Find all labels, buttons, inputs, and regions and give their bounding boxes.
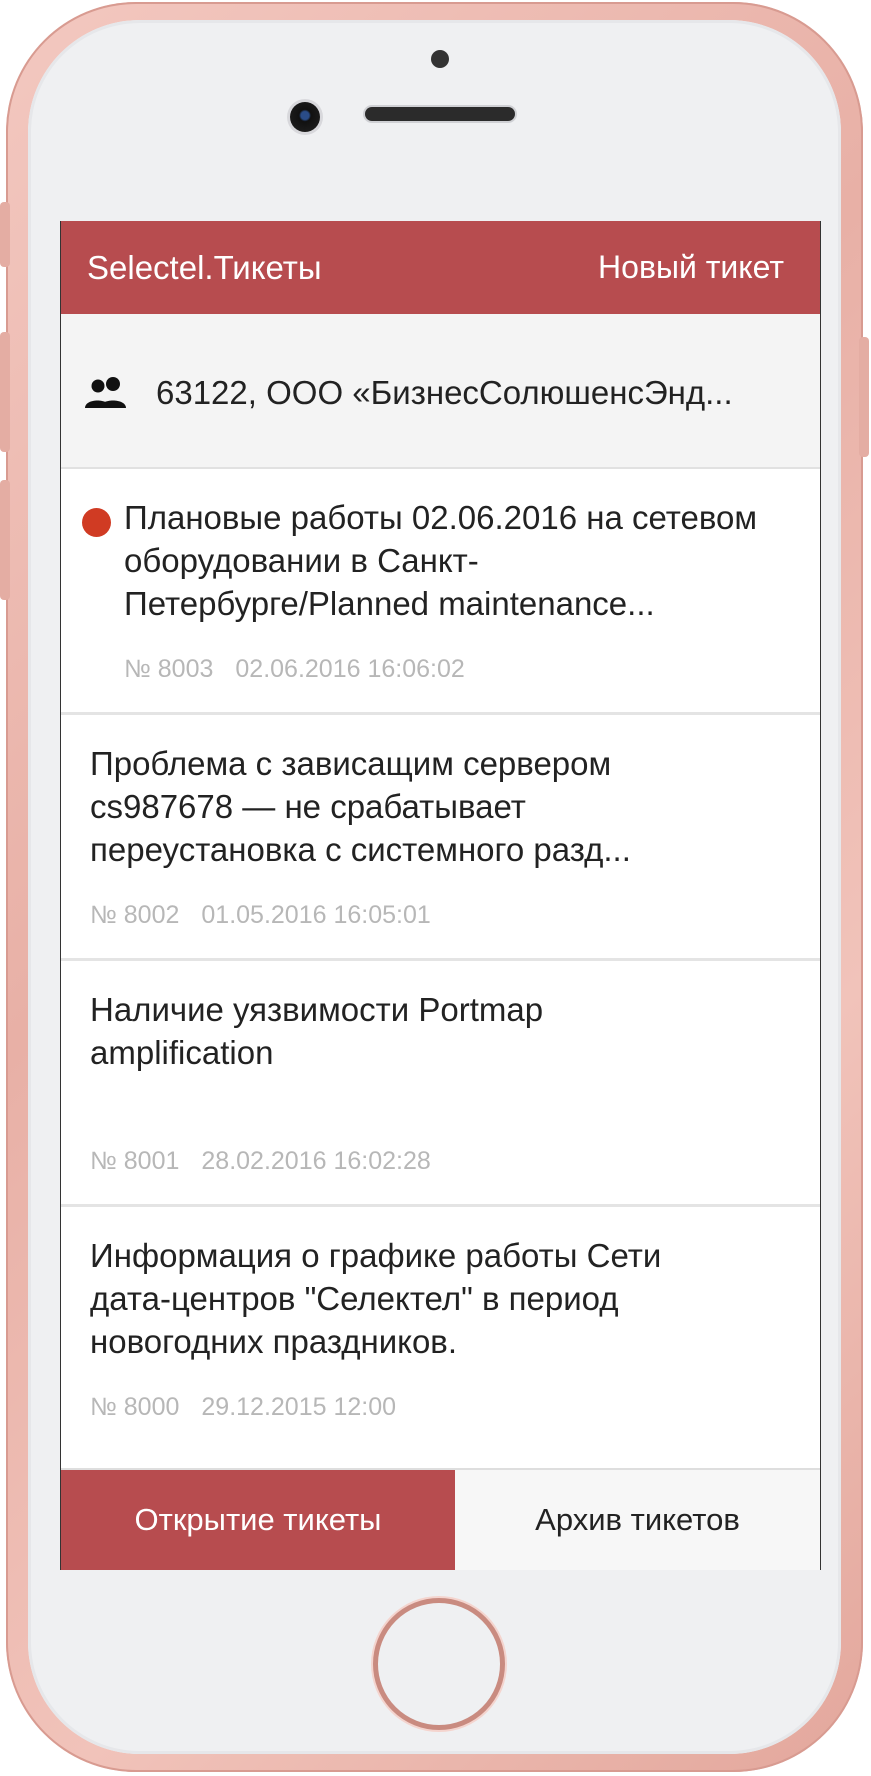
new-ticket-button[interactable]: Новый тикет (598, 251, 784, 283)
ticket-date: 01.05.2016 16:05:01 (201, 901, 431, 929)
tab-ticket-archive[interactable]: Архив тикетов (455, 1470, 820, 1570)
ticket-item[interactable]: Проблема с зависащим сервером cs987678 —… (61, 715, 820, 961)
ticket-date: 02.06.2016 16:06:02 (235, 655, 465, 683)
volume-down-button (0, 480, 10, 600)
tab-open-tickets[interactable]: Открытие тикеты (61, 1470, 455, 1570)
account-selector[interactable]: 63122, ООО «БизнесСолюшенсЭнд... (61, 314, 820, 469)
ticket-date: 29.12.2015 12:00 (201, 1393, 397, 1421)
ticket-meta: № 8003 02.06.2016 16:06:02 (124, 655, 465, 684)
silent-switch (0, 202, 10, 267)
ticket-number: № 8002 (90, 901, 180, 929)
power-button (859, 337, 869, 457)
ticket-title: Информация о графике работы Сети дата-це… (90, 1237, 662, 1360)
ticket-meta: № 8001 28.02.2016 16:02:28 (90, 1147, 431, 1176)
ticket-title: Проблема с зависащим сервером cs987678 —… (90, 745, 631, 868)
front-camera (290, 102, 320, 132)
volume-up-button (0, 332, 10, 452)
top-bar: Selectel.Тикеты Новый тикет (61, 221, 820, 314)
ticket-item[interactable]: Наличие уязвимости Portmap amplification… (61, 961, 820, 1207)
ticket-title: Плановые работы 02.06.2016 на сетевом об… (124, 499, 758, 622)
users-icon (85, 377, 126, 408)
proximity-sensor (431, 50, 449, 68)
account-label: 63122, ООО «БизнесСолюшенсЭнд... (156, 374, 733, 411)
ticket-number: № 8000 (90, 1393, 180, 1421)
ticket-number: № 8003 (124, 655, 214, 683)
ticket-item[interactable]: Информация о графике работы Сети дата-це… (61, 1207, 820, 1468)
ticket-list: Плановые работы 02.06.2016 на сетевом об… (61, 469, 820, 1468)
ticket-meta: № 8000 29.12.2015 12:00 (90, 1393, 396, 1422)
phone-frame: Selectel.Тикеты Новый тикет 63122, ООО «… (0, 2, 869, 1772)
ticket-title: Наличие уязвимости Portmap amplification (90, 991, 544, 1071)
earpiece-speaker (365, 107, 515, 121)
unread-indicator-icon (82, 508, 111, 537)
bottom-tab-bar: Открытие тикеты Архив тикетов (61, 1468, 820, 1570)
ticket-item[interactable]: Плановые работы 02.06.2016 на сетевом об… (61, 469, 820, 715)
app-title: Selectel.Тикеты (87, 249, 322, 286)
ticket-date: 28.02.2016 16:02:28 (201, 1147, 431, 1175)
home-button[interactable] (373, 1598, 505, 1730)
ticket-meta: № 8002 01.05.2016 16:05:01 (90, 901, 431, 930)
ticket-number: № 8001 (90, 1147, 180, 1175)
app-screen: Selectel.Тикеты Новый тикет 63122, ООО «… (60, 221, 821, 1570)
